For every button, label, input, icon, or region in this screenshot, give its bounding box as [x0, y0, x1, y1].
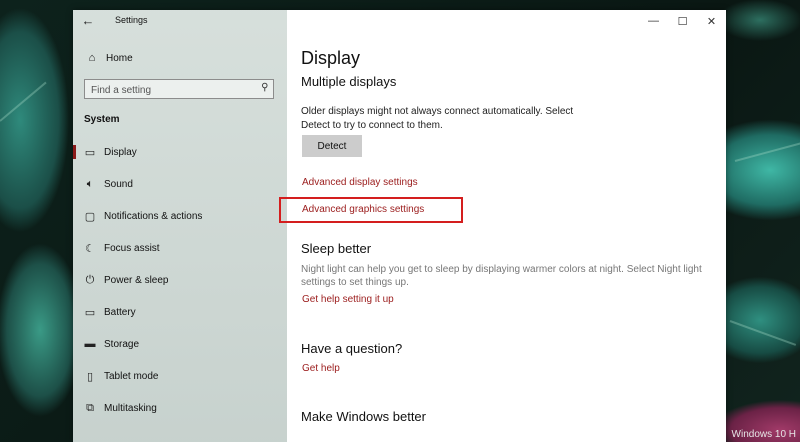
- sidebar-item-label: Notifications & actions: [104, 210, 203, 222]
- leaf-vein: [0, 81, 47, 122]
- sidebar-item-battery[interactable]: ▭ Battery: [73, 296, 287, 328]
- sidebar: ⌂ Home ⚲ System ▭ Display 🔈︎ Sound ▢ Not…: [73, 10, 287, 442]
- have-a-question-heading: Have a question?: [301, 341, 403, 356]
- tablet-icon: ▯: [86, 370, 94, 383]
- advanced-display-settings-link[interactable]: Advanced display settings: [302, 177, 418, 188]
- leaf-vein: [729, 320, 797, 346]
- sidebar-item-label: Battery: [104, 306, 136, 318]
- section-label: System: [84, 114, 120, 125]
- windows-version-text: Windows 10 H: [731, 429, 796, 440]
- sidebar-item-label: Display: [104, 146, 137, 158]
- sidebar-item-label: Focus assist: [104, 242, 160, 254]
- speaker-icon: 🔈︎: [86, 177, 94, 190]
- home-icon: ⌂: [88, 52, 96, 64]
- home-link[interactable]: ⌂ Home: [85, 52, 133, 64]
- sidebar-item-label: Tablet mode: [104, 370, 159, 382]
- sidebar-item-focus-assist[interactable]: ☾ Focus assist: [73, 232, 287, 264]
- get-help-link[interactable]: Get help: [302, 363, 340, 374]
- back-button[interactable]: ←: [79, 12, 97, 30]
- settings-window: ⌂ Home ⚲ System ▭ Display 🔈︎ Sound ▢ Not…: [73, 10, 726, 442]
- moon-icon: ☾: [85, 242, 95, 255]
- make-windows-better-heading: Make Windows better: [301, 409, 426, 424]
- sidebar-item-label: Power & sleep: [104, 274, 169, 286]
- back-arrow-icon: ←: [81, 13, 95, 28]
- battery-icon: ▭: [84, 306, 96, 319]
- detect-button[interactable]: Detect: [302, 135, 362, 157]
- sidebar-item-label: Sound: [104, 178, 133, 190]
- main-content: Display Multiple displays Older displays…: [279, 10, 726, 442]
- sidebar-item-power-sleep[interactable]: ⏻ Power & sleep: [73, 264, 287, 296]
- sidebar-item-multitasking[interactable]: ⧉ Multitasking: [73, 392, 287, 424]
- multiple-displays-description-line2: Detect to try to connect to them.: [301, 120, 443, 131]
- sleep-better-description-line2: settings to set things up.: [301, 277, 409, 288]
- get-help-setting-up-link[interactable]: Get help setting it up: [302, 294, 394, 305]
- home-label: Home: [106, 52, 133, 64]
- power-icon: ⏻: [85, 273, 95, 286]
- sidebar-item-notifications[interactable]: ▢ Notifications & actions: [73, 200, 287, 232]
- sidebar-item-label: Storage: [104, 338, 140, 350]
- sleep-better-description-line1: Night light can help you get to sleep by…: [301, 264, 702, 275]
- search-box: ⚲: [84, 79, 274, 100]
- advanced-graphics-settings-link[interactable]: Advanced graphics settings: [302, 204, 424, 215]
- monitor-icon: ▭: [84, 146, 96, 159]
- page-title: Display: [301, 48, 361, 68]
- leaf-vein: [734, 141, 800, 162]
- multiple-displays-heading: Multiple displays: [301, 74, 397, 89]
- search-icon[interactable]: ⚲: [261, 82, 268, 93]
- sleep-better-heading: Sleep better: [301, 241, 372, 256]
- multitasking-icon: ⧉: [86, 401, 94, 414]
- app-title: Settings: [115, 15, 148, 25]
- storage-icon: ▬: [84, 338, 96, 350]
- sidebar-item-tablet-mode[interactable]: ▯ Tablet mode: [73, 360, 287, 392]
- sidebar-item-label: Multitasking: [104, 402, 157, 414]
- multiple-displays-description-line1: Older displays might not always connect …: [301, 106, 574, 117]
- sidebar-item-storage[interactable]: ▬ Storage: [73, 328, 287, 360]
- sidebar-item-display[interactable]: ▭ Display: [73, 136, 287, 168]
- notification-icon: ▢: [84, 210, 96, 223]
- search-input[interactable]: [85, 81, 251, 100]
- sidebar-item-sound[interactable]: 🔈︎ Sound: [73, 168, 287, 200]
- sidebar-nav: ▭ Display 🔈︎ Sound ▢ Notifications & act…: [73, 136, 287, 424]
